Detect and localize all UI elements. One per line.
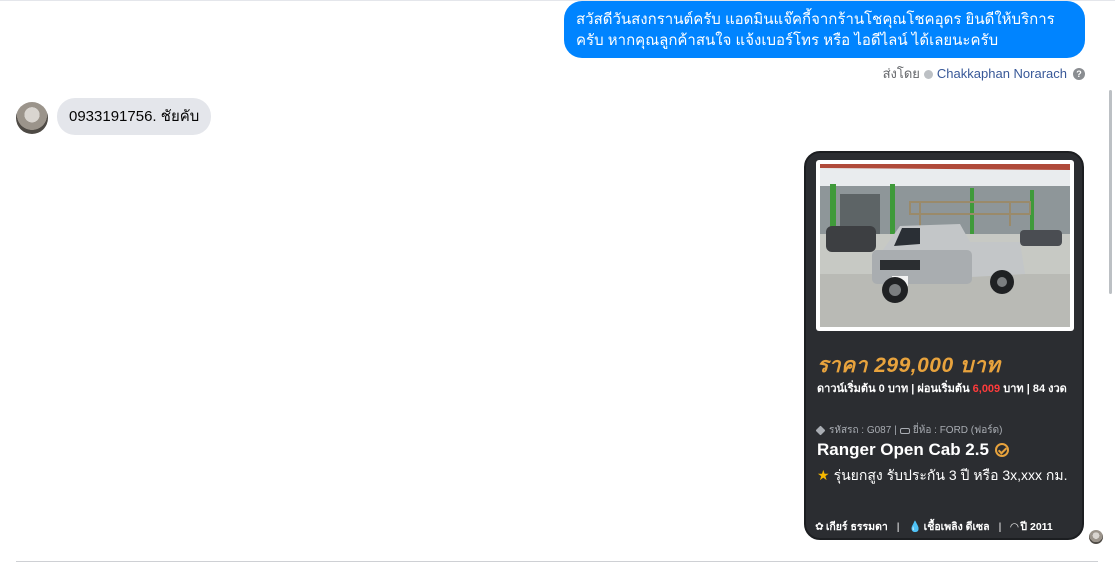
price-label: ราคา 299,000 บาท — [817, 354, 1001, 377]
gear-type: เกียร์ ธรรมดา — [825, 521, 888, 533]
monthly-payment: 6,009 — [972, 383, 1001, 395]
car-specs-row: ✿ เกียร์ ธรรมดา | 💧 เชื้อเพลิง ดีเซล | ◠… — [815, 518, 1077, 535]
read-receipt-avatar — [1089, 530, 1103, 544]
car-model-name: Ranger Open Cab 2.5 — [817, 440, 989, 459]
car-listing-card[interactable]: ราคา 299,000 บาท ดาวน์เริ่มต้น 0 บาท | ผ… — [804, 151, 1084, 540]
outgoing-message-text: สวัสดีวันสงกรานต์ครับ แอดมินแจ๊คกี้จากร้… — [576, 11, 1055, 49]
incoming-message-bubble[interactable]: 0933191756. ชัยคับ — [57, 98, 212, 135]
star-icon: ★ — [817, 467, 830, 483]
incoming-message-text: 0933191756. ชัยคับ — [69, 108, 200, 125]
car-meta-row: รหัสรถ : G087 | ยี่ห้อ : FORD (ฟอร์ด) — [815, 423, 1003, 438]
scrollbar-thumb[interactable] — [1109, 90, 1112, 294]
spec-separator: | — [896, 520, 900, 533]
tag-icon — [815, 425, 826, 436]
meta-separator: | — [894, 425, 897, 436]
car-model-title: Ranger Open Cab 2.5 — [817, 440, 1009, 460]
car-code: รหัสรถ : G087 — [829, 425, 892, 436]
sent-by-row: ส่งโดย Chakkaphan Norarach ? — [883, 66, 1085, 82]
model-year: ปี 2011 — [1020, 521, 1053, 533]
sent-by-label: ส่งโดย — [882, 66, 920, 81]
customer-avatar[interactable] — [16, 102, 48, 134]
car-brand: ยี่ห้อ : FORD (ฟอร์ด) — [912, 425, 1003, 436]
page-badge-icon — [923, 69, 933, 79]
sender-name-link[interactable]: Chakkaphan Norarach — [937, 66, 1067, 82]
verified-check-icon — [994, 443, 1009, 457]
car-photo-frame — [816, 160, 1074, 331]
car-description-text: รุ่นยกสูง รับประกัน 3 ปี หรือ 3x,xxx กม. — [833, 467, 1068, 483]
finance-suffix: บาท | 84 งวด — [1000, 383, 1067, 395]
fuel-icon: 💧 — [908, 521, 922, 533]
car-photo[interactable] — [820, 164, 1070, 327]
fuel-type: เชื้อเพลิง ดีเซล — [923, 521, 990, 533]
outgoing-message-bubble[interactable]: สวัสดีวันสงกรานต์ครับ แอดมินแจ๊คกี้จากร้… — [564, 1, 1085, 58]
gear-icon: ✿ — [815, 520, 824, 533]
car-description: ★ รุ่นยกสูง รับประกัน 3 ปี หรือ 3x,xxx กม… — [817, 464, 1073, 486]
finance-prefix: ดาวน์เริ่มต้น 0 บาท | ผ่อนเริ่มต้น — [817, 383, 973, 395]
finance-info: ดาวน์เริ่มต้น 0 บาท | ผ่อนเริ่มต้น 6,009… — [817, 381, 1067, 397]
help-icon[interactable]: ? — [1073, 68, 1085, 80]
spec-separator: | — [998, 520, 1002, 533]
car-icon — [899, 427, 910, 434]
speedometer-icon: ◠ — [1010, 520, 1019, 533]
